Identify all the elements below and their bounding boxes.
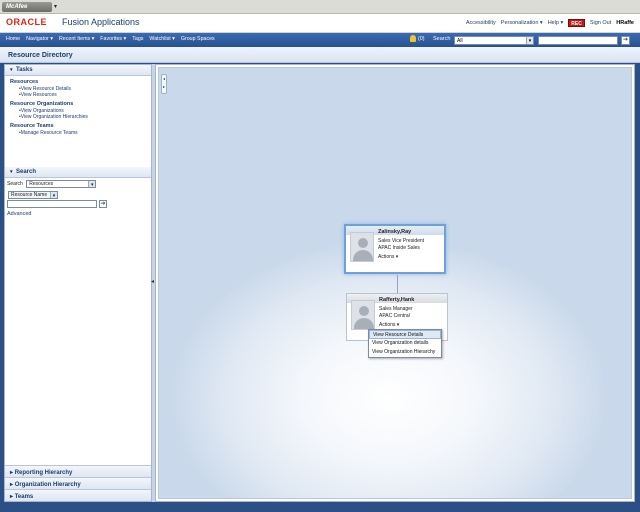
nav-tags[interactable]: Tags [132,36,143,42]
nav-recent-items[interactable]: Recent Items ▾ [59,36,94,42]
search-go-icon[interactable]: ➔ [621,36,630,45]
sign-out-link[interactable]: Sign Out [590,20,611,26]
teams-panel[interactable]: ▸ Teams [5,489,151,501]
task-group-heading: Resource Teams [10,123,54,129]
chevron-down-icon: ▾ [88,181,96,188]
main-content: ◂ ▸ Zalinsky,Ray Sales Vice President APA… [155,64,635,502]
record-button[interactable]: REC [568,19,585,27]
person-title: Sales Manager [379,306,413,312]
hierarchy-canvas[interactable]: ◂ ▸ Zalinsky,Ray Sales Vice President APA… [158,67,632,499]
advanced-search-link[interactable]: Advanced [7,211,31,217]
regional-area: ▾Tasks Resources View Resource Details V… [4,64,152,502]
tasks-title: Tasks [16,67,33,73]
actions-dropdown: View Resource Details View Organization … [368,329,442,358]
bottom-panels: ▸ Reporting Hierarchy ▸ Organization Hie… [5,465,151,501]
manager-card[interactable]: Zalinsky,Ray Sales Vice President APAC I… [344,224,446,274]
task-link[interactable]: View Resources [19,92,151,98]
hierarchy-connector [397,275,398,293]
accessibility-link[interactable]: Accessibility [466,20,496,26]
panel-title: Teams [14,494,34,500]
app-header: ORACLE Fusion Applications Accessibility… [0,14,640,33]
header-links: Accessibility Personalization ▾ Help ▾ R… [466,19,634,27]
menu-item-view-organization-hierarchy[interactable]: View Organization Hierarchy [369,348,441,357]
canvas-control-icon[interactable]: ◂ ▸ [161,74,167,94]
chevron-down-icon: ▾ [50,192,57,199]
watchlist-indicator[interactable]: (0) [410,35,424,42]
browser-toolbar: McAfee ▾ [0,0,640,14]
panel-title: Reporting Hierarchy [14,470,73,476]
chevron-down-icon[interactable]: ▾ [54,3,57,10]
expand-icon: ▸ [10,470,14,476]
search-type-select[interactable]: Resources ▾ [26,180,97,188]
person-title: Sales Vice President [378,238,425,244]
search-field-value: Resource Name [11,192,48,198]
panel-title: Organization Hierarchy [14,482,81,488]
reporting-hierarchy-panel[interactable]: ▸ Reporting Hierarchy [5,465,151,477]
personalization-menu[interactable]: Personalization ▾ [501,20,543,26]
search-type-value: Resources [29,181,54,187]
nav-favorites[interactable]: Favorites ▾ [100,36,126,42]
app-title: Fusion Applications [62,17,140,27]
task-link[interactable]: Manage Resource Teams [19,130,151,136]
tasks-panel-header[interactable]: ▾ Tasks [5,65,151,76]
nav-navigator[interactable]: Navigator ▾ [26,36,53,42]
search-input[interactable] [7,200,97,208]
person-placeholder-icon [351,300,375,330]
search-scope-select[interactable]: All ▾ [454,36,534,45]
actions-menu[interactable]: Actions ▾ [379,322,399,328]
menu-item-view-organization-details[interactable]: View Organization details [369,339,441,348]
expand-icon: ▸ [10,494,14,500]
organization-hierarchy-panel[interactable]: ▸ Organization Hierarchy [5,477,151,489]
bell-icon [410,35,416,42]
oracle-logo: ORACLE [6,17,47,27]
search-field-select[interactable]: Resource Name ▾ [8,191,58,199]
collapse-pane-icon[interactable]: ◂ [151,278,154,285]
nav-group-spaces[interactable]: Group Spaces [181,36,215,42]
help-menu[interactable]: Help ▾ [548,20,564,26]
task-group-heading: Resource Organizations [10,101,74,107]
task-group-heading: Resources [10,79,39,85]
actions-menu[interactable]: Actions ▾ [378,254,398,260]
task-link[interactable]: View Organization Hierarchies [19,114,151,120]
expand-icon: ▸ [10,482,14,488]
person-placeholder-icon [350,232,374,262]
global-search-input[interactable] [538,36,618,45]
tasks-list: Resources View Resource Details View Res… [5,79,151,136]
person-org: APAC Inside Sales [378,245,420,251]
person-name[interactable]: Rafferty,Hank [379,297,414,303]
search-panel-header[interactable]: ▾ Search [5,167,151,178]
search-go-icon[interactable]: ➔ [99,200,107,208]
global-search-label: Search [433,36,451,42]
nav-home[interactable]: Home [6,36,20,42]
person-org: APAC Central [379,313,410,319]
search-scope-value: All [457,38,463,44]
page-title: Resource Directory [0,47,640,63]
menu-item-view-resource-details[interactable]: View Resource Details [369,330,441,339]
chevron-down-icon: ▾ [526,37,533,44]
search-type-label: Search [7,181,23,187]
user-name: HRaffe [616,20,634,26]
search-panel: Search Resources ▾ Resource Name ▾ ➔ Advan… [5,179,151,217]
search-title: Search [16,169,37,175]
mcafee-button[interactable]: McAfee [2,2,52,12]
nav-watchlist[interactable]: Watchlist ▾ [149,36,174,42]
person-name[interactable]: Zalinsky,Ray [378,229,411,235]
watch-count: (0) [418,35,425,42]
